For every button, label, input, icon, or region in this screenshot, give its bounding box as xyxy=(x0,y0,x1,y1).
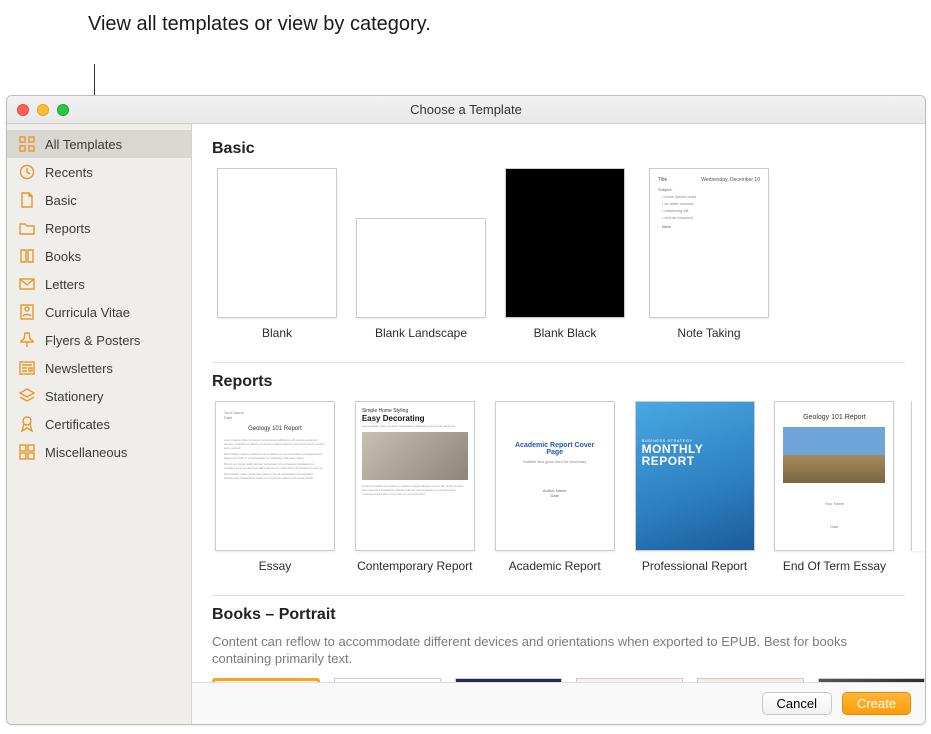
sidebar-item-miscellaneous[interactable]: Miscellaneous xyxy=(7,438,191,466)
template-essay[interactable]: Your NameDate Geology 101 Report Lorem i… xyxy=(212,401,338,587)
sidebar-item-label: All Templates xyxy=(45,137,122,152)
pin-icon xyxy=(19,332,35,348)
template-label: Blank Black xyxy=(534,326,597,354)
sidebar-item-label: Miscellaneous xyxy=(45,445,127,460)
template-label: Contemporary Report xyxy=(357,559,472,587)
book-icon xyxy=(19,248,35,264)
sidebar-item-cv[interactable]: Curricula Vitae xyxy=(7,298,191,326)
section-divider xyxy=(212,362,905,363)
reports-templates-row: Your NameDate Geology 101 Report Lorem i… xyxy=(212,401,925,587)
sidebar-item-newsletters[interactable]: Newsletters xyxy=(7,354,191,382)
sidebar-item-stationery[interactable]: Stationery xyxy=(7,382,191,410)
section-divider xyxy=(212,595,905,596)
template-thumbnail: Geology 101 Report Your Name Date xyxy=(774,401,894,551)
sidebar-item-books[interactable]: Books xyxy=(7,242,191,270)
news-icon xyxy=(19,360,35,376)
template-blank-black[interactable]: Blank Black xyxy=(500,168,630,354)
cancel-button[interactable]: Cancel xyxy=(762,692,832,715)
sidebar-item-label: Newsletters xyxy=(45,361,113,376)
zoom-window-button[interactable] xyxy=(57,104,69,116)
sidebar-item-label: Recents xyxy=(45,165,93,180)
sidebar-item-letters[interactable]: Letters xyxy=(7,270,191,298)
sidebar-item-label: Books xyxy=(45,249,81,264)
footer-bar: Cancel Create xyxy=(192,682,925,724)
template-thumbnail: Academic Report Cover Page Subtitle text… xyxy=(495,401,615,551)
section-title-basic: Basic xyxy=(212,140,925,158)
template-overflow-peek[interactable] xyxy=(911,401,925,551)
sidebar-item-label: Reports xyxy=(45,221,91,236)
traffic-lights xyxy=(7,104,69,116)
template-note-taking[interactable]: TitleWednesday, December 10 Subject: • l… xyxy=(644,168,774,354)
misc-icon xyxy=(19,444,35,460)
section-description-books: Content can reflow to accommodate differ… xyxy=(212,634,892,668)
layers-icon xyxy=(19,388,35,404)
sidebar-item-label: Flyers & Posters xyxy=(45,333,140,348)
grid-icon xyxy=(19,136,35,152)
template-thumbnail xyxy=(217,168,337,318)
titlebar: Choose a Template xyxy=(7,96,925,124)
template-label: Blank xyxy=(262,326,292,354)
sidebar-item-label: Letters xyxy=(45,277,85,292)
window-title: Choose a Template xyxy=(7,102,925,117)
basic-templates-row: Blank Blank Landscape Blank Black TitleW xyxy=(212,168,925,354)
sidebar-item-basic[interactable]: Basic xyxy=(7,186,191,214)
template-chooser-window: Choose a Template All Templates Recents … xyxy=(6,95,926,725)
sidebar-item-all-templates[interactable]: All Templates xyxy=(7,130,191,158)
template-contemporary-report[interactable]: Simple Home Styling Easy Decorating Lore… xyxy=(352,401,478,587)
template-thumbnail xyxy=(356,218,486,318)
template-scroll-area[interactable]: Basic Blank Blank Landscape Blank Black xyxy=(192,124,925,682)
template-thumbnail: Simple Home Styling Easy Decorating Lore… xyxy=(355,401,475,551)
clock-icon xyxy=(19,164,35,180)
sidebar-item-reports[interactable]: Reports xyxy=(7,214,191,242)
profile-icon xyxy=(19,304,35,320)
callout-text: View all templates or view by category. xyxy=(88,12,431,37)
category-sidebar: All Templates Recents Basic Reports Book… xyxy=(7,124,192,724)
sidebar-item-label: Certificates xyxy=(45,417,110,432)
sidebar-item-recents[interactable]: Recents xyxy=(7,158,191,186)
template-label: Blank Landscape xyxy=(375,326,467,354)
template-gallery: Basic Blank Blank Landscape Blank Black xyxy=(192,124,925,724)
ribbon-icon xyxy=(19,416,35,432)
template-label: Essay xyxy=(259,559,292,587)
template-thumbnail: TitleWednesday, December 10 Subject: • l… xyxy=(649,168,769,318)
sidebar-item-label: Curricula Vitae xyxy=(45,305,130,320)
template-blank-landscape[interactable]: Blank Landscape xyxy=(356,168,486,354)
template-label: End Of Term Essay xyxy=(783,559,886,587)
template-label: Professional Report xyxy=(642,559,747,587)
template-academic-report[interactable]: Academic Report Cover Page Subtitle text… xyxy=(492,401,618,587)
document-icon xyxy=(19,192,35,208)
sidebar-item-label: Stationery xyxy=(45,389,104,404)
envelope-icon xyxy=(19,276,35,292)
template-label: Note Taking xyxy=(677,326,740,354)
template-thumbnail: BUSINESS STRATEGY MONTHLY REPORT xyxy=(635,401,755,551)
minimize-window-button[interactable] xyxy=(37,104,49,116)
template-blank[interactable]: Blank xyxy=(212,168,342,354)
sidebar-item-flyers[interactable]: Flyers & Posters xyxy=(7,326,191,354)
template-professional-report[interactable]: BUSINESS STRATEGY MONTHLY REPORT Profess… xyxy=(632,401,758,587)
folder-icon xyxy=(19,220,35,236)
template-thumbnail: Your NameDate Geology 101 Report Lorem i… xyxy=(215,401,335,551)
template-end-of-term-essay[interactable]: Geology 101 Report Your Name Date End Of… xyxy=(772,401,898,587)
sidebar-item-label: Basic xyxy=(45,193,77,208)
template-thumbnail xyxy=(505,168,625,318)
create-button[interactable]: Create xyxy=(842,692,911,715)
close-window-button[interactable] xyxy=(17,104,29,116)
template-label: Academic Report xyxy=(509,559,601,587)
sidebar-item-certificates[interactable]: Certificates xyxy=(7,410,191,438)
section-title-books: Books – Portrait xyxy=(212,606,925,624)
section-title-reports: Reports xyxy=(212,373,925,391)
window-body: All Templates Recents Basic Reports Book… xyxy=(7,124,925,724)
